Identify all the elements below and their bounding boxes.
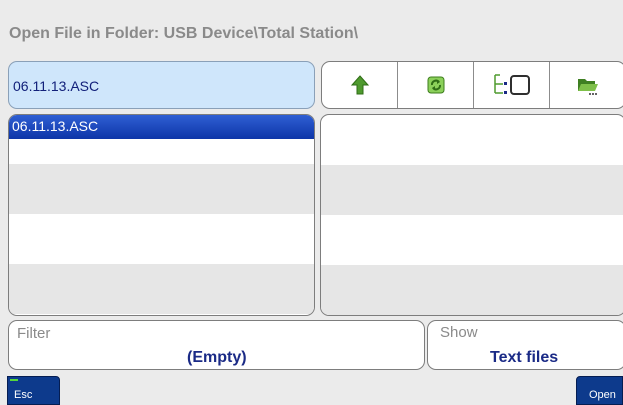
- filter-value: (Empty): [187, 349, 247, 366]
- filter-field[interactable]: Filter (Empty): [8, 320, 425, 370]
- file-name-value: 06.11.13.ASC: [13, 78, 100, 94]
- show-value: Text files: [490, 349, 559, 366]
- refresh-button[interactable]: [398, 62, 474, 108]
- list-row-empty: [321, 290, 623, 315]
- list-row-empty: [321, 115, 623, 140]
- list-row-empty: [9, 264, 314, 289]
- active-indicator: [10, 379, 18, 381]
- esc-label: Esc: [14, 389, 33, 401]
- toolbar: [321, 61, 623, 109]
- list-row-empty: [321, 190, 623, 215]
- list-row-empty: [321, 140, 623, 165]
- up-folder-button[interactable]: [322, 62, 398, 108]
- show-label: Show: [440, 324, 478, 341]
- list-row-empty: [9, 139, 314, 164]
- list-row-empty: [321, 265, 623, 290]
- list-row-empty: [321, 215, 623, 240]
- list-row-empty: [9, 214, 314, 239]
- softkey-bar: [0, 375, 623, 405]
- open-button[interactable]: Open: [576, 376, 623, 405]
- list-row-empty: [9, 239, 314, 264]
- list-item-label: 06.11.13.ASC: [12, 118, 99, 134]
- list-row-empty: [321, 240, 623, 265]
- folder-list[interactable]: [320, 114, 623, 316]
- list-row-empty: [321, 165, 623, 190]
- list-row-empty: [9, 289, 314, 314]
- refresh-icon: [427, 76, 444, 94]
- file-name-field[interactable]: 06.11.13.ASC: [8, 61, 315, 109]
- filter-label: Filter: [17, 325, 51, 342]
- esc-button[interactable]: Esc: [7, 376, 60, 405]
- file-list[interactable]: 06.11.13.ASC: [8, 114, 315, 316]
- tree-view-button[interactable]: [474, 62, 550, 108]
- list-row-empty: [9, 164, 314, 189]
- list-item[interactable]: 06.11.13.ASC: [9, 115, 314, 139]
- page-title: Open File in Folder: USB Device\Total St…: [9, 25, 359, 42]
- tree-view-icon: [493, 74, 530, 95]
- folder-open-icon: [577, 79, 598, 95]
- show-field[interactable]: Show Text files: [427, 320, 623, 370]
- up-arrow-icon: [350, 75, 369, 95]
- browse-folder-button[interactable]: [550, 62, 623, 108]
- list-row-empty: [9, 189, 314, 214]
- open-label: Open: [589, 389, 616, 401]
